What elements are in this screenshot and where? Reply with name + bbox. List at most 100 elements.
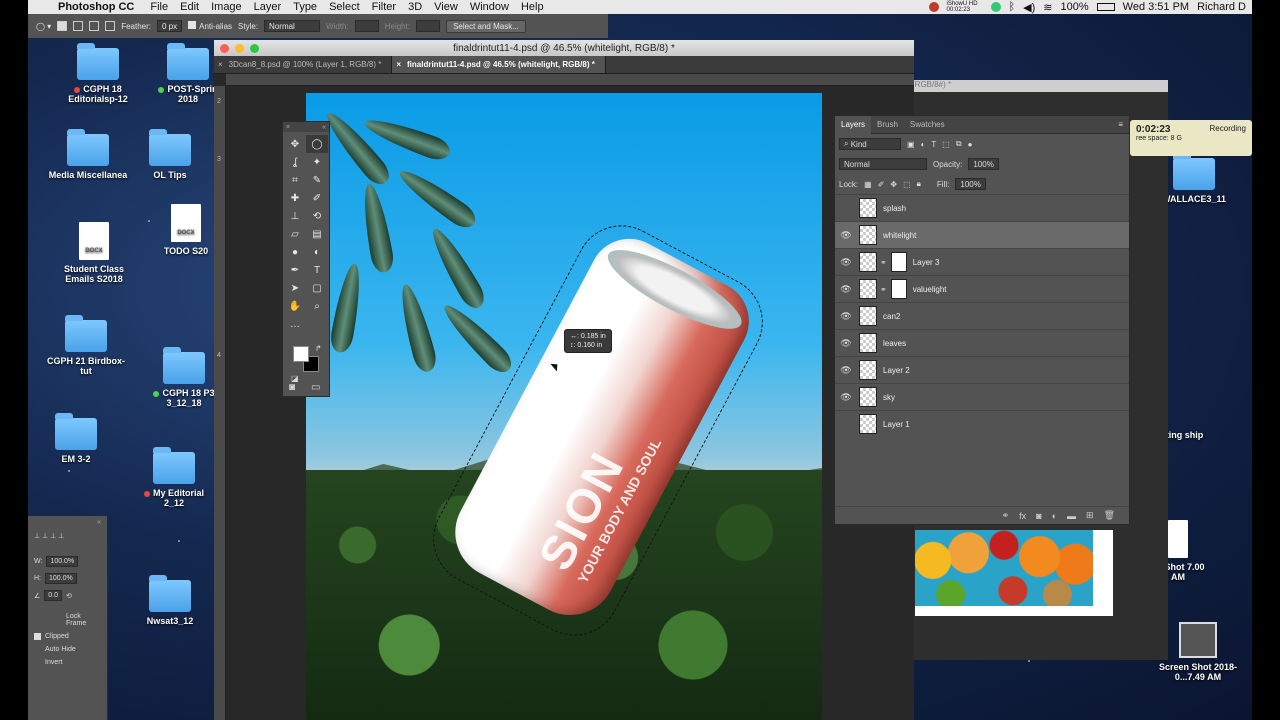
pen-icon[interactable]: ✒ <box>284 261 306 279</box>
desktop-screenshot-2[interactable]: Screen Shot 2018-0...7.49 AM <box>1158 622 1238 682</box>
bluetooth-icon[interactable]: ᛒ <box>1009 1 1016 13</box>
close-icon[interactable] <box>220 43 229 53</box>
desktop-folder-cgph21[interactable]: CGPH 21 Birdbox-tut <box>46 315 126 376</box>
tab-close-icon[interactable]: × <box>396 60 401 69</box>
filter-smart-icon[interactable]: ⧉ <box>956 139 962 149</box>
align-icons[interactable]: ⊥ ⊥ ⊥ ⊥ <box>34 532 64 540</box>
battery-icon[interactable] <box>1096 3 1115 11</box>
desktop-doc-todo[interactable]: DOCX TODO S20 <box>156 204 216 256</box>
magic-wand-icon[interactable]: ✦ <box>306 153 328 171</box>
healing-icon[interactable]: ✚ <box>284 189 306 207</box>
menu-type[interactable]: Type <box>287 1 323 13</box>
battery-percent[interactable]: 100% <box>1061 1 1089 13</box>
layer-thumbnail[interactable] <box>859 333 877 353</box>
app-menu[interactable]: Photoshop CC <box>54 1 144 13</box>
layer-thumbnail[interactable] <box>859 198 877 218</box>
panel-collapse-icon[interactable]: « <box>97 519 101 526</box>
layer-row[interactable]: 👁︎ whitelight <box>835 221 1129 248</box>
history-brush-icon[interactable]: ⟲ <box>306 207 328 225</box>
layer-row[interactable]: 👁︎ sky <box>835 383 1129 410</box>
intersect-selection-icon[interactable] <box>105 21 116 31</box>
menu-layer[interactable]: Layer <box>248 1 288 13</box>
visibility-eye-icon[interactable]: 👁︎ <box>839 338 853 349</box>
layer-thumbnail[interactable] <box>859 279 877 299</box>
adjustment-layer-icon[interactable]: ◐ <box>1052 511 1057 521</box>
invert-label[interactable]: Invert <box>45 659 63 666</box>
h-input[interactable]: 100.0% <box>45 573 77 584</box>
layer-row[interactable]: 👁︎ ⚭ valuelight <box>835 275 1129 302</box>
desktop-folder-my-editorial[interactable]: My Editorial 2_12 <box>134 447 214 508</box>
volume-icon[interactable]: ◀) <box>1023 1 1035 14</box>
document-titlebar[interactable]: finaldrintut11-4.psd @ 46.5% (whitelight… <box>214 40 914 56</box>
zoom-icon[interactable]: ⌕ <box>306 297 328 315</box>
lock-position-icon[interactable]: ✥ <box>890 180 897 189</box>
menu-view[interactable]: View <box>428 1 464 13</box>
ruler-vertical[interactable]: 234 <box>214 86 226 720</box>
menu-file[interactable]: File <box>144 1 174 13</box>
layer-row[interactable]: 👁︎ leaves <box>835 329 1129 356</box>
brush-icon[interactable]: ✐ <box>306 189 328 207</box>
sync-icon[interactable] <box>990 2 1001 12</box>
layer-thumbnail[interactable] <box>859 387 877 407</box>
tab-finaldrintut[interactable]: × finaldrintut11-4.psd @ 46.5% (whiteligh… <box>392 56 606 73</box>
visibility-eye-icon[interactable]: 👁︎ <box>839 257 853 268</box>
filter-toggle-icon[interactable]: ● <box>968 140 973 149</box>
dodge-icon[interactable]: ◐ <box>306 243 328 261</box>
swap-colors-icon[interactable]: ↱ <box>315 344 322 353</box>
blur-icon[interactable]: ● <box>284 243 306 261</box>
menu-help[interactable]: Help <box>515 1 550 13</box>
layer-filter-select[interactable]: ⌕ Kind <box>839 138 901 150</box>
new-selection-icon[interactable] <box>57 21 68 31</box>
screen-mode-icon[interactable]: ▭ <box>311 382 320 393</box>
hand-icon[interactable]: ✋ <box>284 297 306 315</box>
delete-layer-icon[interactable]: 🗑︎ <box>1104 510 1115 521</box>
panel-menu-icon[interactable]: ≡ <box>1118 120 1129 129</box>
add-mask-icon[interactable]: ◙ <box>1036 511 1041 521</box>
layer-thumbnail[interactable] <box>859 306 877 326</box>
tab-layers[interactable]: Layers <box>835 115 872 134</box>
creative-cloud-icon[interactable] <box>928 2 939 12</box>
menu-3d[interactable]: 3D <box>402 1 428 13</box>
desktop-doc-student-emails[interactable]: DOCX Student Class Emails S2018 <box>54 222 134 284</box>
tab-brush[interactable]: Brush <box>871 116 904 134</box>
more-icon[interactable]: … <box>284 315 306 333</box>
visibility-eye-icon[interactable]: 👁︎ <box>839 365 853 376</box>
gradient-icon[interactable]: ▤ <box>306 225 328 243</box>
layer-thumbnail[interactable] <box>859 225 877 245</box>
quick-mask-icon[interactable]: ◙ <box>289 382 295 393</box>
visibility-eye-icon[interactable]: 👁︎ <box>839 230 853 241</box>
desktop-folder-cgph18-p3[interactable]: CGPH 18 P3 3_12_18 <box>144 347 224 408</box>
ruler-horizontal[interactable] <box>226 74 914 86</box>
layer-thumbnail[interactable] <box>859 252 877 272</box>
w-input[interactable]: 100.0% <box>46 556 79 567</box>
mask-link-icon[interactable]: ⚭ <box>880 258 887 267</box>
filter-shape-icon[interactable]: ⬚ <box>942 140 950 149</box>
tab-3dcan[interactable]: × 3Dcan8_8.psd @ 100% (Layer 1, RGB/8) * <box>214 56 393 73</box>
blend-mode-select[interactable]: Normal <box>839 158 927 170</box>
eyedropper-icon[interactable]: ✎ <box>306 171 328 189</box>
blank-icon[interactable] <box>306 315 328 333</box>
layer-row[interactable]: 👁︎ ⚭ Layer 3 <box>835 248 1129 275</box>
fill-input[interactable]: 100% <box>955 178 986 190</box>
layer-row[interactable]: splash <box>835 194 1129 221</box>
move-icon[interactable]: ✥ <box>284 135 306 153</box>
visibility-eye-icon[interactable]: 👁︎ <box>839 284 853 295</box>
wifi-icon[interactable]: ≋ <box>1043 1 1052 14</box>
angle-input[interactable]: 0.0 <box>44 590 63 601</box>
reset-icon[interactable]: ⟲ <box>66 592 72 600</box>
visibility-eye-icon[interactable]: 👁︎ <box>839 311 853 322</box>
desktop-folder-em32[interactable]: EM 3-2 <box>36 413 116 464</box>
lock-frame-label[interactable]: Lock Frame <box>66 613 101 627</box>
layer-mask-thumbnail[interactable] <box>890 279 907 299</box>
desktop-folder-cgph18-editorial[interactable]: CGPH 18 Editorialsp-12 <box>58 43 138 104</box>
link-layers-icon[interactable]: ⚭ <box>1002 510 1010 521</box>
desktop-folder-media[interactable]: Media Miscellanea <box>48 129 128 180</box>
crop-icon[interactable]: ⌗ <box>284 171 306 189</box>
visibility-eye-icon[interactable]: 👁︎ <box>839 392 853 403</box>
clipped-checkbox[interactable] <box>34 633 41 640</box>
filter-type-icon[interactable]: T <box>931 140 936 149</box>
lock-artboard-icon[interactable]: ⬚ <box>903 180 911 189</box>
panel-close-icon[interactable]: × <box>286 124 290 131</box>
stamp-icon[interactable]: ⊥ <box>284 207 306 225</box>
layer-row[interactable]: Layer 1 <box>835 410 1129 437</box>
